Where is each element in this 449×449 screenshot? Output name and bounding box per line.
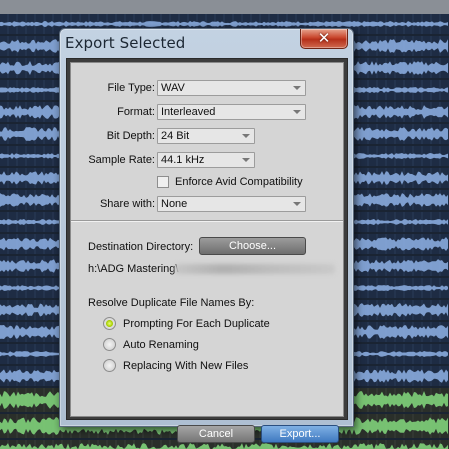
radio-replacing-label[interactable]: Replacing With New Files	[123, 360, 248, 372]
redacted-path	[175, 264, 335, 274]
choose-button[interactable]: Choose...	[199, 237, 306, 255]
title-bar[interactable]: Export Selected ✕	[60, 29, 353, 57]
dialog-client-area: File Type: WAV Format: Interleaved Bit D…	[66, 58, 348, 443]
sample-rate-label: Sample Rate:	[88, 154, 155, 166]
format-value: Interleaved	[161, 106, 216, 118]
export-selected-dialog: Export Selected ✕ File Type: WAV Format:…	[59, 28, 354, 443]
destination-path: h:\ADG Mastering\	[88, 263, 179, 275]
bit-depth-label: Bit Depth:	[106, 130, 155, 142]
file-type-select[interactable]: WAV	[157, 80, 306, 96]
chevron-down-icon	[242, 134, 250, 138]
sample-rate-value: 44.1 kHz	[161, 154, 205, 166]
export-button[interactable]: Export...	[261, 425, 339, 443]
radio-auto-renaming-label[interactable]: Auto Renaming	[123, 339, 199, 351]
ruler-strip	[0, 0, 449, 14]
destination-directory-label: Destination Directory:	[88, 241, 194, 253]
format-select[interactable]: Interleaved	[157, 104, 306, 120]
chevron-down-icon	[293, 202, 301, 206]
bit-depth-value: 24 Bit	[161, 130, 190, 142]
format-label: Format:	[117, 106, 155, 118]
radio-prompting-label[interactable]: Prompting For Each Duplicate	[123, 318, 270, 330]
chevron-down-icon	[293, 86, 301, 90]
share-with-value: None	[161, 198, 188, 210]
dialog-title: Export Selected	[65, 34, 186, 52]
share-with-select[interactable]: None	[157, 196, 306, 212]
file-type-value: WAV	[161, 82, 185, 94]
enforce-avid-label[interactable]: Enforce Avid Compatibility	[175, 176, 303, 188]
cancel-button[interactable]: Cancel	[177, 425, 255, 443]
file-type-label: File Type:	[107, 82, 156, 94]
resolve-duplicates-label: Resolve Duplicate File Names By:	[88, 297, 255, 309]
settings-panel: File Type: WAV Format: Interleaved Bit D…	[70, 62, 344, 417]
chevron-down-icon	[293, 110, 301, 114]
share-with-label: Share with:	[99, 198, 155, 210]
close-icon: ✕	[317, 29, 331, 47]
chevron-down-icon	[242, 158, 250, 162]
section-divider	[71, 220, 343, 222]
bit-depth-select[interactable]: 24 Bit	[157, 128, 255, 144]
close-button[interactable]: ✕	[300, 29, 348, 49]
radio-auto-renaming[interactable]	[103, 338, 116, 351]
radio-replacing[interactable]	[103, 359, 116, 372]
enforce-avid-checkbox[interactable]	[157, 176, 169, 188]
sample-rate-select[interactable]: 44.1 kHz	[157, 152, 255, 168]
radio-prompting[interactable]	[103, 317, 116, 330]
